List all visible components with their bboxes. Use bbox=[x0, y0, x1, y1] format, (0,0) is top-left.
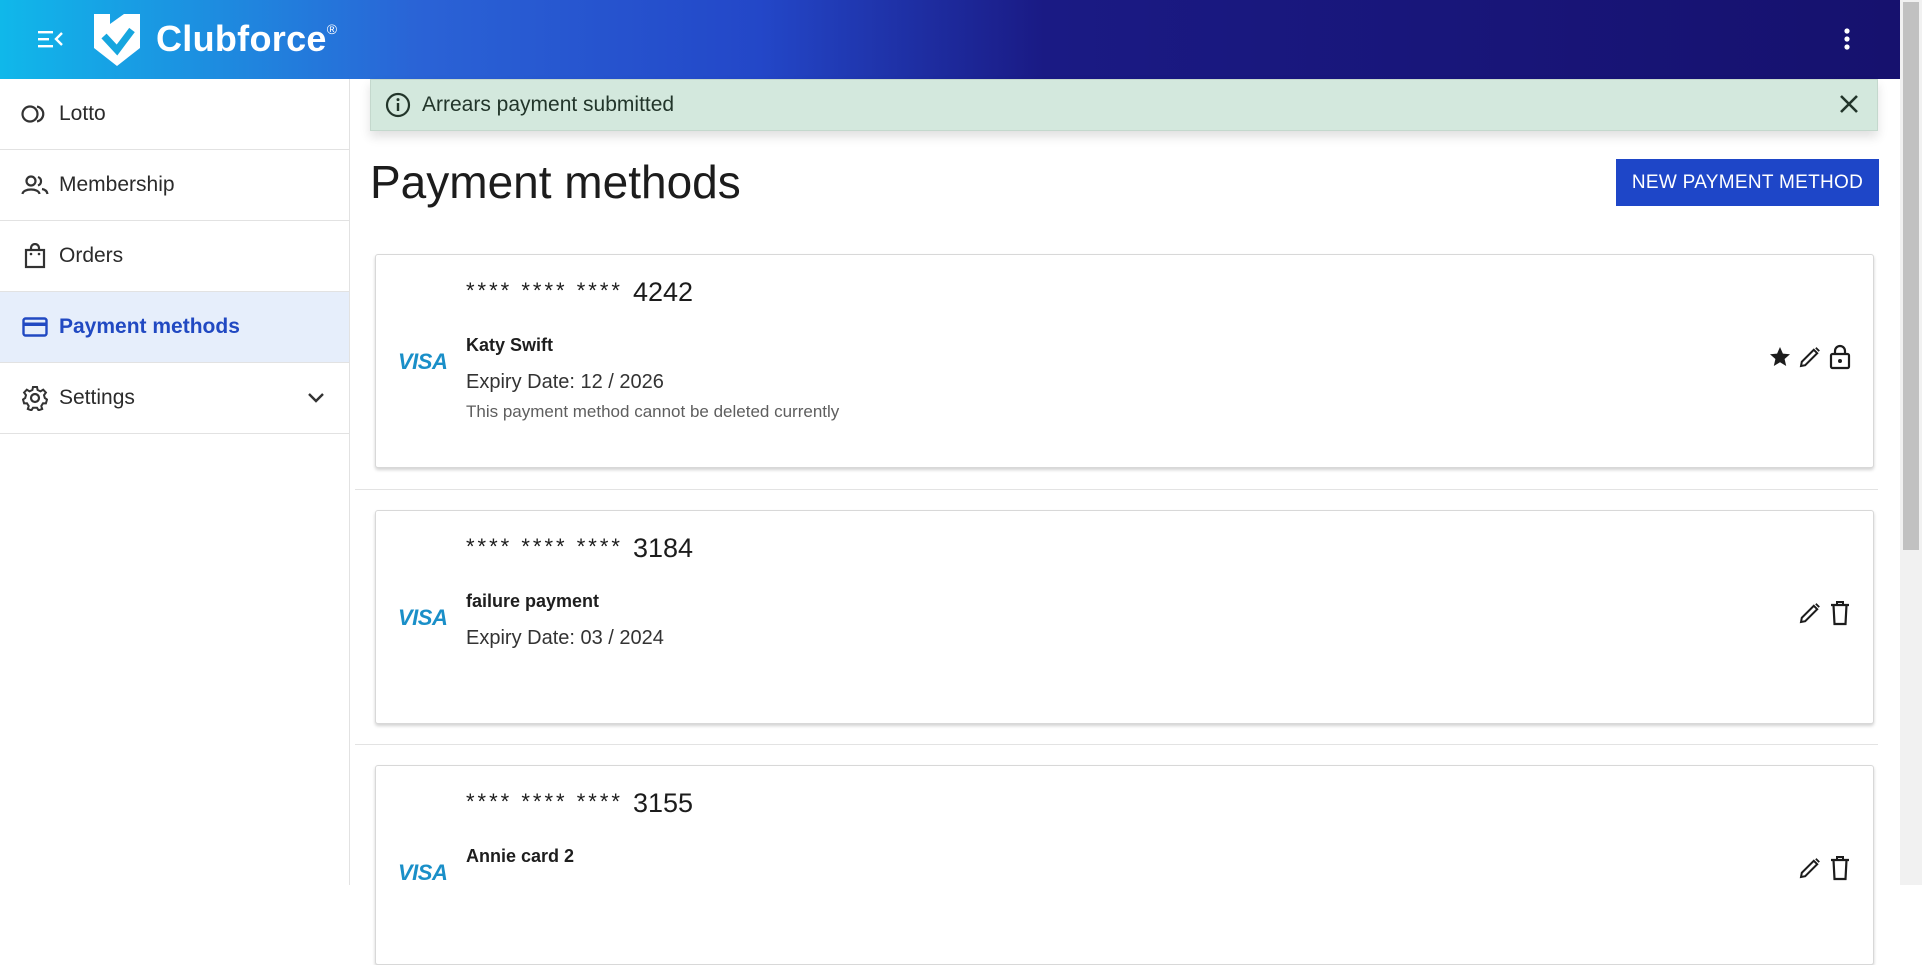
card-number: **** **** **** 4242 bbox=[466, 277, 693, 308]
menu-collapse-icon[interactable] bbox=[34, 22, 68, 56]
sidebar-item-lotto[interactable]: Lotto bbox=[0, 79, 349, 150]
registered-mark: ® bbox=[326, 21, 338, 37]
payment-card: VISA **** **** **** 3184 failure payment … bbox=[375, 510, 1874, 724]
sidebar-item-settings[interactable]: Settings bbox=[0, 363, 349, 434]
sidebar-item-membership[interactable]: Membership bbox=[0, 150, 349, 221]
info-icon bbox=[385, 92, 411, 123]
cardholder-name: failure payment bbox=[466, 591, 600, 611]
card-last4: 3155 bbox=[632, 788, 694, 818]
edit-icon[interactable] bbox=[1797, 854, 1823, 882]
sidebar-item-label: Membership bbox=[59, 173, 175, 196]
card-number: **** **** **** 3184 bbox=[466, 533, 693, 564]
payment-card: VISA **** **** **** 4242 Katy Swift Expir… bbox=[375, 254, 1874, 468]
success-alert: Arrears payment submitted bbox=[370, 79, 1878, 131]
sidebar-item-label: Orders bbox=[59, 244, 124, 267]
card-number-mask: **** **** **** bbox=[466, 534, 623, 559]
card-last4: 3184 bbox=[632, 533, 694, 563]
delete-icon[interactable] bbox=[1827, 599, 1853, 627]
brand-name: Clubforce bbox=[156, 18, 327, 59]
chevron-down-icon[interactable] bbox=[307, 385, 325, 416]
clubforce-logo[interactable]: Clubforce ® bbox=[90, 10, 337, 68]
card-actions bbox=[1797, 854, 1853, 882]
delete-icon[interactable] bbox=[1827, 854, 1853, 882]
card-last4: 4242 bbox=[632, 277, 694, 307]
sidebar-item-label: Settings bbox=[59, 386, 135, 409]
card-divider bbox=[355, 489, 1878, 490]
page-title: Payment methods bbox=[370, 156, 741, 208]
sidebar-item-label: Payment methods bbox=[59, 315, 240, 338]
new-payment-method-button[interactable]: NEW PAYMENT METHOD bbox=[1616, 159, 1879, 206]
card-number: **** **** **** 3155 bbox=[466, 788, 693, 819]
credit-card-icon bbox=[20, 312, 50, 342]
sidebar-item-payment-methods[interactable]: Payment methods bbox=[0, 292, 349, 363]
close-icon[interactable] bbox=[1837, 92, 1861, 121]
edit-icon[interactable] bbox=[1797, 599, 1823, 627]
sidebar-item-orders[interactable]: Orders bbox=[0, 221, 349, 292]
card-number-mask: **** **** **** bbox=[466, 278, 623, 303]
lotto-icon bbox=[20, 99, 50, 129]
lock-icon[interactable] bbox=[1827, 343, 1853, 371]
clubforce-logo-mark-icon bbox=[94, 14, 140, 66]
card-expiry: Expiry Date: 12 / 2026 bbox=[466, 371, 664, 393]
more-vertical-icon[interactable] bbox=[1830, 18, 1864, 60]
payment-card: VISA **** **** **** 3155 Annie card 2 bbox=[375, 765, 1874, 965]
visa-logo-icon: VISA bbox=[398, 605, 448, 630]
card-number-mask: **** **** **** bbox=[466, 789, 623, 814]
scrollbar-thumb[interactable] bbox=[1903, 2, 1919, 550]
card-actions bbox=[1797, 599, 1853, 627]
gear-icon bbox=[20, 383, 50, 413]
visa-logo-icon: VISA bbox=[398, 349, 448, 374]
card-note: This payment method cannot be deleted cu… bbox=[466, 402, 840, 421]
card-actions bbox=[1767, 343, 1853, 371]
sidebar-item-label: Lotto bbox=[59, 102, 106, 125]
sidebar-nav: Lotto Membership Orders Payment methods … bbox=[0, 79, 350, 885]
cardholder-name: Annie card 2 bbox=[466, 846, 575, 866]
card-expiry: Expiry Date: 03 / 2024 bbox=[466, 627, 664, 649]
cardholder-name: Katy Swift bbox=[466, 335, 554, 355]
star-icon[interactable] bbox=[1767, 343, 1793, 371]
visa-logo-icon: VISA bbox=[398, 860, 448, 885]
edit-icon[interactable] bbox=[1797, 343, 1823, 371]
card-divider bbox=[355, 744, 1878, 745]
people-icon bbox=[20, 170, 50, 200]
top-app-bar: Clubforce ® bbox=[0, 0, 1900, 79]
alert-message: Arrears payment submitted bbox=[422, 93, 675, 116]
shopping-bag-icon bbox=[20, 241, 50, 271]
